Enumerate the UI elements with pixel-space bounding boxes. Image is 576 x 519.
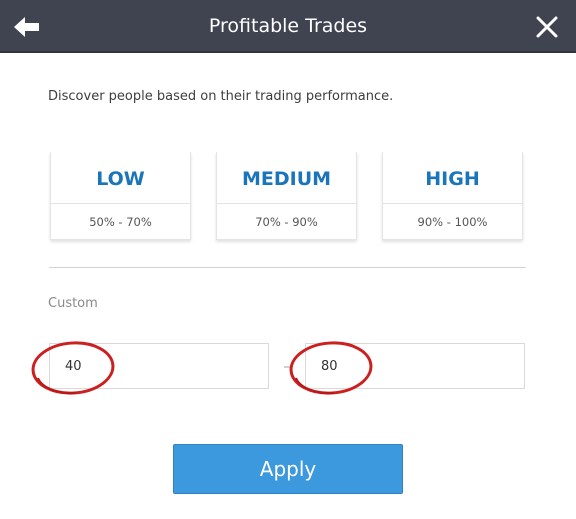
tier-high-card[interactable]: HIGH 90% - 100%: [382, 152, 523, 240]
profitable-trades-dialog: Profitable Trades Discover people based …: [0, 0, 576, 519]
close-button[interactable]: [530, 10, 564, 44]
custom-max-input[interactable]: [305, 343, 525, 389]
tier-label: LOW: [51, 152, 190, 204]
tier-range: 90% - 100%: [417, 215, 488, 229]
tier-medium-card[interactable]: MEDIUM 70% - 90%: [216, 152, 357, 240]
close-icon: [536, 16, 558, 38]
section-divider: [49, 267, 526, 268]
custom-label: Custom: [48, 296, 98, 311]
tier-range: 70% - 90%: [255, 215, 318, 229]
apply-button[interactable]: Apply: [173, 444, 403, 494]
description-text: Discover people based on their trading p…: [48, 89, 394, 104]
dialog-header: Profitable Trades: [0, 0, 576, 53]
tier-range: 50% - 70%: [89, 215, 152, 229]
tier-label: HIGH: [383, 152, 522, 204]
custom-min-input[interactable]: [49, 343, 269, 389]
dialog-title: Profitable Trades: [208, 15, 368, 37]
tier-label: MEDIUM: [217, 152, 356, 204]
range-separator: [284, 366, 290, 368]
tier-low-card[interactable]: LOW 50% - 70%: [50, 152, 191, 240]
